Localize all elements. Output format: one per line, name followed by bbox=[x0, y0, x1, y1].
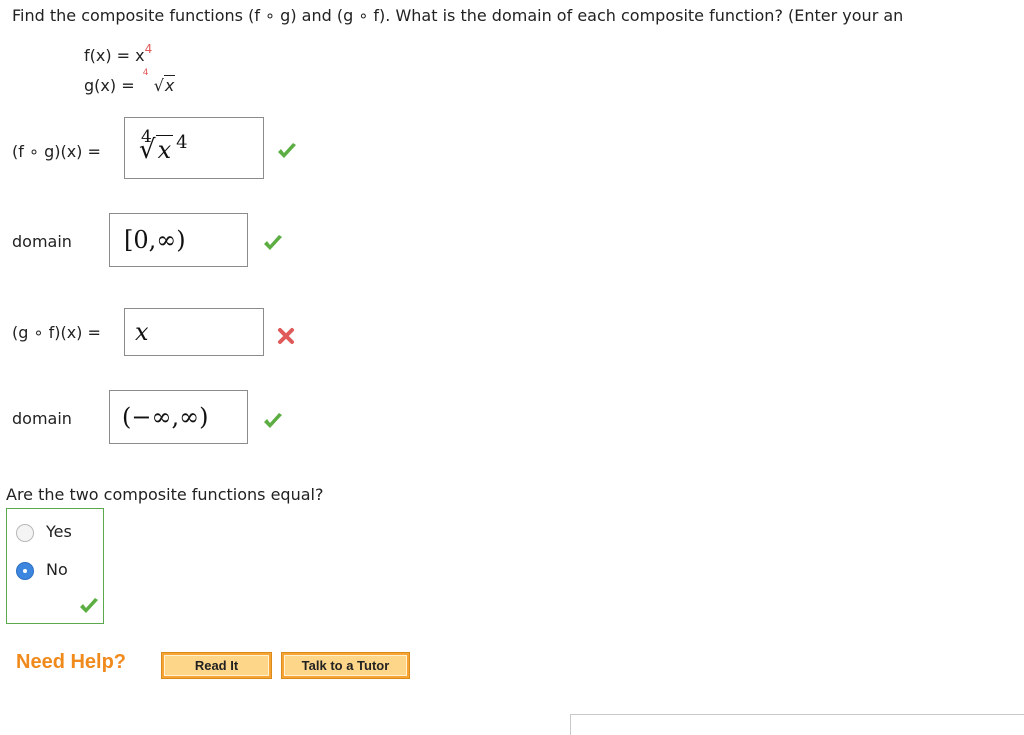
fog-label: (f ∘ g)(x) = bbox=[12, 142, 101, 161]
gof-domain-input[interactable]: (−∞,∞) bbox=[109, 390, 248, 444]
fog-domain-answer: [0,∞) bbox=[124, 226, 186, 254]
talk-to-tutor-label: Talk to a Tutor bbox=[284, 655, 407, 676]
fog-domain-input[interactable]: [0,∞) bbox=[109, 213, 248, 267]
option-yes-radio[interactable] bbox=[16, 524, 34, 542]
read-it-button[interactable]: Read It bbox=[161, 652, 272, 679]
fog-domain-label: domain bbox=[12, 232, 72, 251]
fog-answer-input[interactable]: 4 √x 4 bbox=[124, 117, 264, 179]
option-yes-label[interactable]: Yes bbox=[46, 522, 72, 541]
fog-answer-exponent: 4 bbox=[176, 132, 188, 153]
gof-domain-label: domain bbox=[12, 409, 72, 428]
bottom-panel-edge bbox=[570, 714, 1024, 735]
option-no-radio[interactable] bbox=[16, 562, 34, 580]
gof-domain-answer: (−∞,∞) bbox=[122, 403, 209, 431]
equal-question: Are the two composite functions equal? bbox=[6, 485, 324, 504]
talk-to-tutor-button[interactable]: Talk to a Tutor bbox=[281, 652, 410, 679]
option-no-label[interactable]: No bbox=[46, 560, 68, 579]
g-radical: 4 √x bbox=[142, 68, 176, 95]
read-it-label: Read It bbox=[164, 655, 269, 676]
fog-domain-check-icon bbox=[264, 235, 282, 250]
gof-answer-input[interactable]: x bbox=[124, 308, 264, 356]
fog-answer-radicand: x bbox=[155, 135, 174, 164]
g-definition: g(x) = 4 √x bbox=[84, 68, 176, 95]
fog-answer-expression: 4 √x 4 bbox=[139, 127, 188, 165]
gof-label: (g ∘ f)(x) = bbox=[12, 323, 101, 342]
fog-answer-index: 4 bbox=[141, 127, 152, 147]
need-help-heading: Need Help? bbox=[16, 651, 127, 673]
f-exponent: 4 bbox=[144, 42, 153, 56]
gof-domain-check-icon bbox=[264, 413, 282, 428]
g-root-index: 4 bbox=[142, 68, 149, 78]
gof-incorrect-x-icon bbox=[278, 328, 294, 344]
question-text: Find the composite functions (f ∘ g) and… bbox=[12, 6, 904, 25]
fog-correct-check-icon bbox=[278, 143, 296, 158]
f-lhs: f(x) = x bbox=[84, 46, 145, 65]
gof-answer: x bbox=[135, 318, 149, 346]
equal-correct-check-icon bbox=[80, 598, 98, 613]
equal-options-group: Yes No bbox=[6, 508, 104, 624]
f-definition: f(x) = x4 bbox=[84, 42, 152, 65]
g-radicand: x bbox=[163, 75, 176, 95]
g-lhs: g(x) = bbox=[84, 76, 140, 95]
